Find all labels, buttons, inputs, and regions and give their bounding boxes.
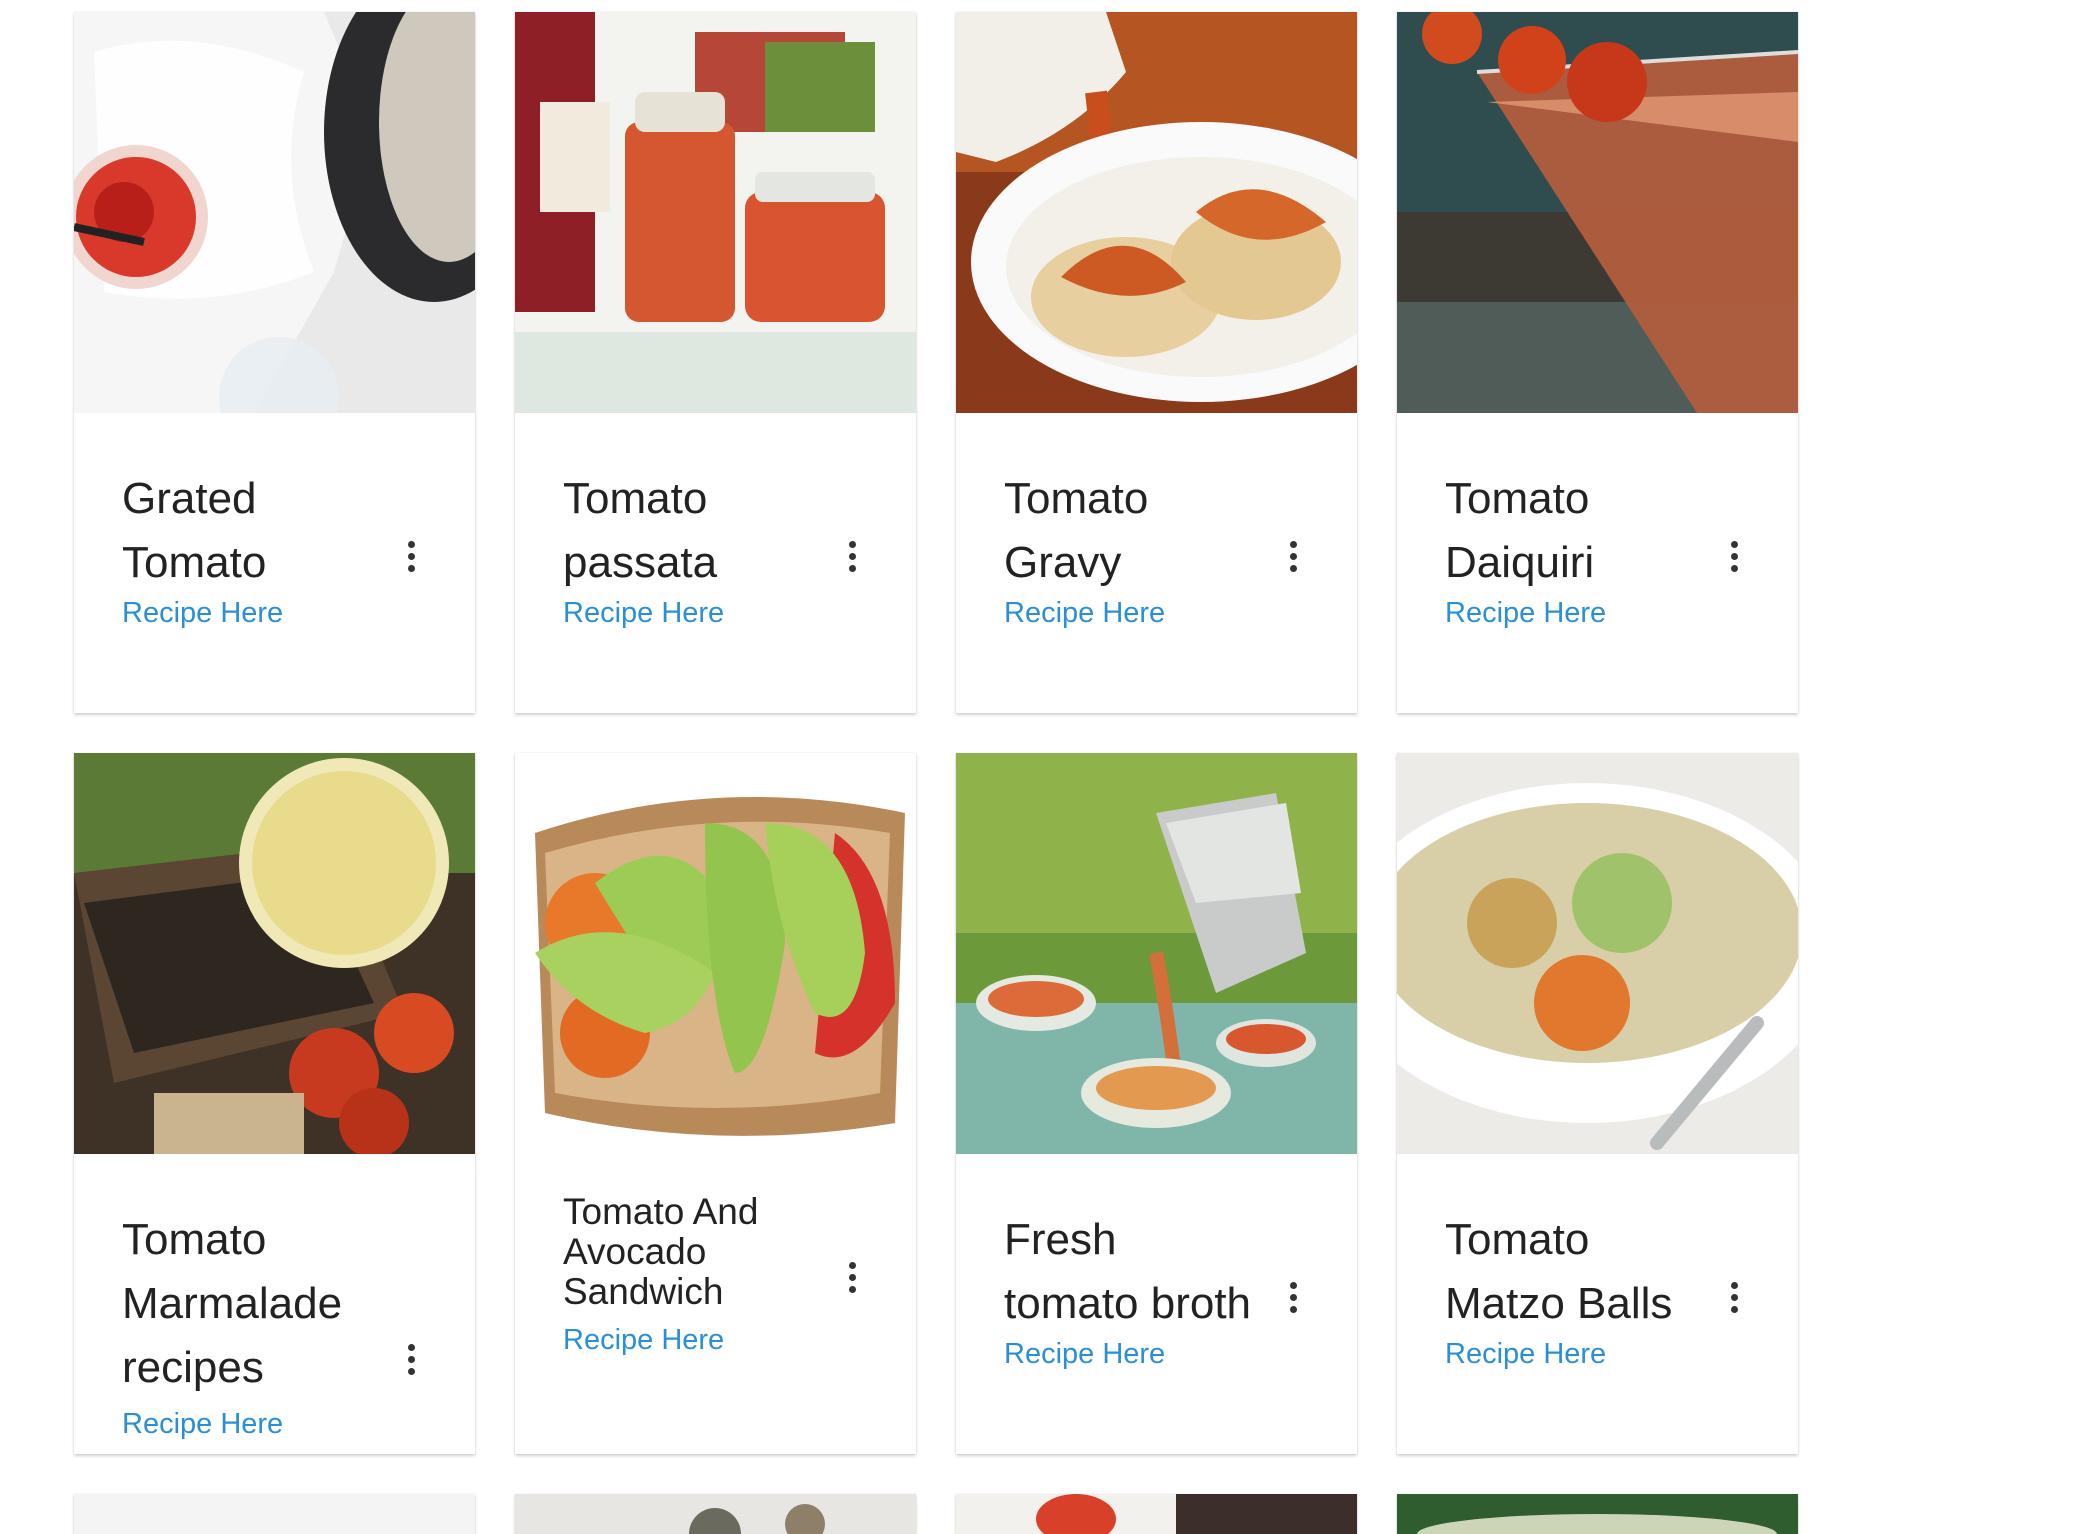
recipe-card: Tomato Matzo Balls Recipe Here (1397, 753, 1798, 1454)
more-vert-icon[interactable] (1726, 541, 1742, 577)
recipe-image[interactable] (515, 1494, 916, 1534)
recipe-image[interactable] (74, 1494, 475, 1534)
recipe-card (956, 1494, 1357, 1534)
more-vert-icon[interactable] (1285, 541, 1301, 577)
recipe-image[interactable] (1397, 753, 1798, 1154)
recipe-link[interactable]: Recipe Here (1004, 597, 1165, 630)
recipe-image[interactable] (956, 12, 1357, 413)
recipe-title: Tomato Gravy (1004, 474, 1149, 587)
more-vert-icon[interactable] (1726, 1282, 1742, 1318)
recipe-card (515, 1494, 916, 1534)
recipe-card (1397, 1494, 1798, 1534)
more-vert-icon[interactable] (844, 1262, 860, 1298)
recipe-title: Tomato passata (563, 474, 718, 587)
recipe-card: Fresh tomato broth Recipe Here (956, 753, 1357, 1454)
recipe-link[interactable]: Recipe Here (563, 1324, 724, 1357)
recipe-link[interactable]: Recipe Here (1445, 1338, 1606, 1371)
more-vert-icon[interactable] (844, 541, 860, 577)
recipe-image[interactable] (1397, 12, 1798, 413)
recipe-card: Grated Tomato Recipe Here (74, 12, 475, 713)
recipe-title: Tomato Daiquiri (1445, 474, 1595, 587)
recipe-link[interactable]: Recipe Here (563, 597, 724, 630)
recipe-title: Tomato And Avocado Sandwich (563, 1191, 759, 1312)
recipe-title: Fresh tomato broth (1004, 1215, 1252, 1328)
recipe-title: Tomato Matzo Balls (1445, 1215, 1673, 1328)
recipe-card: Tomato Daiquiri Recipe Here (1397, 12, 1798, 713)
recipe-card (74, 1494, 475, 1534)
recipe-image[interactable] (956, 1494, 1357, 1534)
recipe-card: Tomato Gravy Recipe Here (956, 12, 1357, 713)
more-vert-icon[interactable] (403, 1344, 419, 1380)
recipe-card: Tomato Marmalade recipes Recipe Here (74, 753, 475, 1454)
recipe-grid: Grated Tomato Recipe Here Tomato passata… (74, 12, 1798, 1534)
recipe-link[interactable]: Recipe Here (122, 1408, 283, 1441)
recipe-image[interactable] (515, 753, 916, 1154)
recipe-image[interactable] (515, 12, 916, 413)
recipe-image[interactable] (74, 753, 475, 1154)
recipe-image[interactable] (1397, 1494, 1798, 1534)
recipe-image[interactable] (74, 12, 475, 413)
recipe-title: Grated Tomato (122, 474, 267, 587)
more-vert-icon[interactable] (403, 541, 419, 577)
more-vert-icon[interactable] (1285, 1282, 1301, 1318)
recipe-image[interactable] (956, 753, 1357, 1154)
recipe-title: Tomato Marmalade recipes (122, 1215, 343, 1392)
recipe-link[interactable]: Recipe Here (122, 597, 283, 630)
recipe-link[interactable]: Recipe Here (1004, 1338, 1165, 1371)
recipe-card: Tomato And Avocado Sandwich Recipe Here (515, 753, 916, 1454)
recipe-link[interactable]: Recipe Here (1445, 597, 1606, 630)
recipe-card: Tomato passata Recipe Here (515, 12, 916, 713)
